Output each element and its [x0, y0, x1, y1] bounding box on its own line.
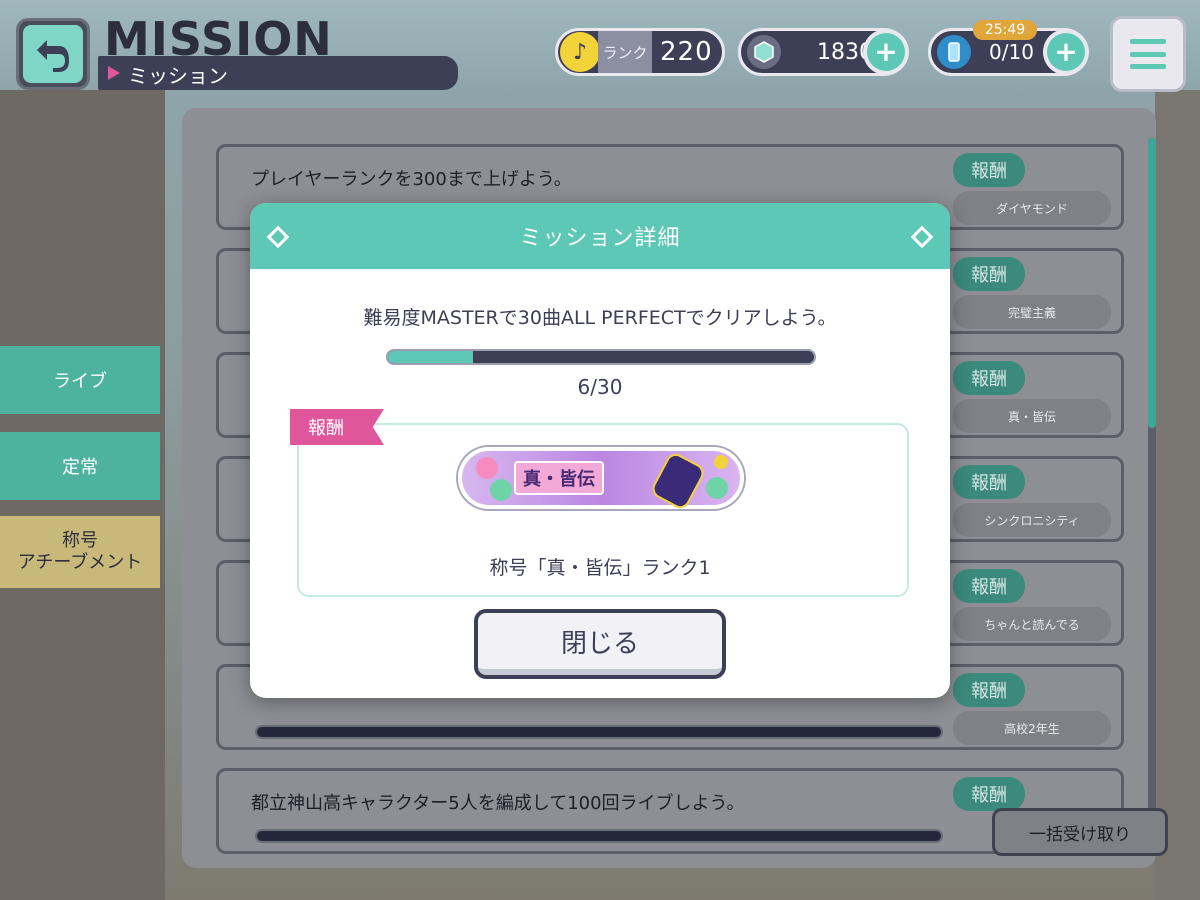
diamond-icon: [910, 225, 934, 249]
title-badge: 真・皆伝: [458, 447, 744, 512]
reward-title-plate: 真・皆伝: [953, 399, 1111, 433]
bulk-receive-button[interactable]: 一括受け取り: [992, 808, 1168, 856]
reward-label: 報酬: [290, 409, 384, 445]
star-icon: [714, 455, 728, 469]
mission-text: 都立神山高キャラクター5人を編成して100回ライブしよう。: [251, 793, 745, 814]
rank-display: ♪ ランク 220: [555, 28, 725, 76]
mission-progress-bar: [255, 829, 943, 843]
reward-tag: 報酬: [953, 465, 1025, 499]
progress-count: 6/30: [577, 375, 623, 399]
energy-drink-icon: [937, 35, 971, 69]
play-arrow-icon: [108, 66, 120, 80]
progress-fill: [388, 351, 474, 363]
menu-button[interactable]: [1110, 16, 1186, 92]
reward-tag: 報酬: [953, 257, 1025, 291]
reward-title-plate: ダイヤモンド: [953, 191, 1111, 225]
reward-name: 称号「真・皆伝」ランク1: [489, 557, 711, 579]
gem-display: 1830 +: [738, 28, 909, 76]
plus-icon: +: [1047, 33, 1085, 71]
tab-normal[interactable]: 定常: [0, 432, 160, 500]
mission-progress-bar: [386, 349, 816, 365]
rank-value: 220: [660, 37, 713, 67]
page-title-block: MISSION ミッション: [98, 12, 458, 92]
add-energy-button[interactable]: +: [1043, 29, 1089, 75]
tab-live[interactable]: ライブ: [0, 346, 160, 414]
back-arrow-icon: [23, 25, 83, 83]
tab-title-achievement[interactable]: 称号 アチーブメント: [0, 516, 160, 588]
energy-timer: 25:49: [973, 20, 1037, 40]
flower-icon: [476, 457, 498, 479]
scroll-icon: [649, 450, 707, 512]
reward-title-plate: 完璧主義: [953, 295, 1111, 329]
page-subtitle: ミッション: [128, 64, 228, 88]
flower-icon: [706, 477, 728, 499]
dialog-header: ミッション詳細: [250, 203, 950, 269]
reward-tag: 報酬: [953, 777, 1025, 811]
reward-title-plate: 高校2年生: [953, 711, 1111, 745]
scrollbar-thumb[interactable]: [1148, 138, 1156, 428]
close-button-label: 閉じる: [478, 613, 722, 675]
reward-tag: 報酬: [953, 361, 1025, 395]
add-gems-button[interactable]: +: [863, 29, 909, 75]
mission-progress-bar: [255, 725, 943, 739]
background-building-right: [1155, 90, 1200, 900]
crystal-icon: [747, 35, 781, 69]
badge-text: 真・皆伝: [514, 461, 604, 495]
reward-title-plate: ちゃんと読んでる: [953, 607, 1111, 641]
reward-tag: 報酬: [953, 673, 1025, 707]
mission-description: 難易度MASTERで30曲ALL PERFECTでクリアしよう。: [363, 307, 837, 329]
reward-tag: 報酬: [953, 153, 1025, 187]
plus-icon: +: [867, 33, 905, 71]
music-note-icon: ♪: [560, 32, 600, 72]
flower-icon: [490, 479, 512, 501]
reward-title-plate: シンクロニシティ: [953, 503, 1111, 537]
dialog-title: ミッション詳細: [519, 226, 681, 251]
reward-tag: 報酬: [953, 569, 1025, 603]
mission-row[interactable]: 都立神山高キャラクター5人を編成して100回ライブしよう。 報酬: [216, 768, 1124, 854]
energy-count: 0/10: [989, 40, 1034, 64]
hamburger-icon: [1130, 39, 1166, 69]
diamond-icon: [266, 225, 290, 249]
rank-label: ランク: [598, 31, 652, 73]
mission-detail-dialog: ミッション詳細 難易度MASTERで30曲ALL PERFECTでクリアしよう。…: [250, 203, 950, 698]
mission-text: プレイヤーランクを300まで上げよう。: [251, 169, 572, 190]
close-button[interactable]: 閉じる: [474, 609, 726, 679]
back-button[interactable]: [16, 18, 90, 90]
